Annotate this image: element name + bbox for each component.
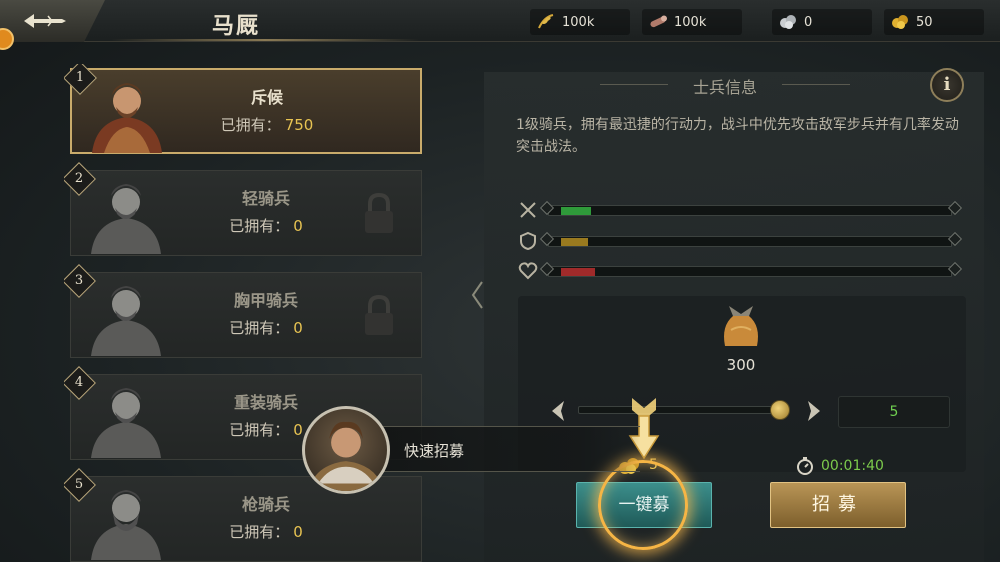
stat-fill — [561, 268, 595, 276]
quantity-input[interactable]: 5 — [838, 396, 950, 428]
recruit-button[interactable]: 招募 — [770, 482, 906, 528]
advisor-portrait-icon — [308, 421, 384, 491]
unit-name: 斥候 — [250, 88, 283, 107]
panel-divider-arrow-icon — [471, 281, 483, 309]
back-arrow-icon — [24, 14, 66, 28]
resource-silver[interactable]: 0 — [772, 9, 872, 35]
unit-card-2[interactable]: 2 轻骑兵 已拥有： 0 — [64, 162, 422, 256]
lock-icon — [365, 294, 393, 335]
unit-owned-count: 0 — [293, 523, 303, 541]
cuirassier-portrait-icon — [91, 286, 161, 356]
unit-name: 胸甲骑兵 — [233, 291, 298, 310]
unit-owned: 已拥有： 0 — [229, 523, 303, 541]
unit-owned: 已拥有： 750 — [220, 116, 314, 134]
resource-gold[interactable]: 50 — [884, 9, 984, 35]
light-cavalry-portrait-icon — [91, 184, 161, 254]
grain-icon — [538, 14, 554, 29]
defense-stat-bar — [548, 236, 952, 247]
unit-owned-count: 750 — [284, 116, 314, 134]
recruit-cost-value: 300 — [726, 356, 756, 374]
panel-title: 士兵信息 — [600, 74, 850, 98]
unit-card-3[interactable]: 3 胸甲骑兵 已拥有： 0 — [64, 264, 422, 358]
tutorial-bubble[interactable]: 快速招募 — [300, 404, 660, 496]
silver-coins-icon — [780, 15, 796, 29]
info-button[interactable]: i — [930, 68, 964, 102]
unit-owned-count: 0 — [293, 319, 303, 337]
resource-wood-value: 100k — [674, 14, 707, 30]
shield-icon — [520, 231, 536, 251]
health-stat-bar — [548, 266, 952, 277]
unit-owned: 已拥有： 0 — [229, 319, 303, 337]
resource-silver-value: 0 — [804, 14, 813, 30]
crossed-swords-icon — [520, 202, 536, 218]
grain-sack-icon — [724, 306, 758, 346]
resource-gold-value: 50 — [916, 14, 933, 30]
unit-owned: 已拥有： 0 — [229, 217, 303, 235]
resource-grain-value: 100k — [562, 14, 595, 30]
unit-card-1[interactable]: 1 斥候 已拥有： 750 — [64, 64, 422, 154]
scout-portrait-icon — [92, 83, 162, 153]
timer-value: 00:01:40 — [821, 458, 884, 474]
quantity-slider-handle[interactable] — [770, 400, 790, 420]
resource-wood[interactable]: 100k — [642, 9, 742, 35]
page-title: 马厩 — [212, 13, 261, 39]
title-underline — [110, 39, 420, 41]
stat-fill — [561, 207, 591, 215]
advisor-avatar — [302, 406, 390, 494]
stopwatch-icon — [797, 457, 813, 475]
unit-owned-count: 0 — [293, 217, 303, 235]
unit-name: 轻骑兵 — [241, 189, 290, 208]
unit-description: 1级骑兵，拥有最迅捷的行动力，战斗中优先攻击敌军步兵并有几率发动突击战法。 — [516, 117, 959, 155]
stat-fill — [561, 238, 588, 246]
tutorial-message: 快速招募 — [404, 442, 465, 460]
attack-stat-bar — [548, 205, 952, 216]
health-stat — [518, 261, 963, 281]
increase-arrow-icon[interactable] — [800, 398, 826, 424]
recruit-timer: 00:01:40 — [795, 456, 884, 476]
lock-icon — [365, 192, 393, 233]
heavy-cavalry-portrait-icon — [91, 388, 161, 458]
heart-icon — [518, 262, 538, 280]
lancer-portrait-icon — [91, 490, 161, 560]
defense-stat — [518, 231, 963, 251]
wood-log-icon — [650, 15, 667, 28]
attack-stat — [518, 200, 963, 220]
resource-grain[interactable]: 100k — [530, 9, 630, 35]
gold-coins-icon — [892, 15, 908, 29]
